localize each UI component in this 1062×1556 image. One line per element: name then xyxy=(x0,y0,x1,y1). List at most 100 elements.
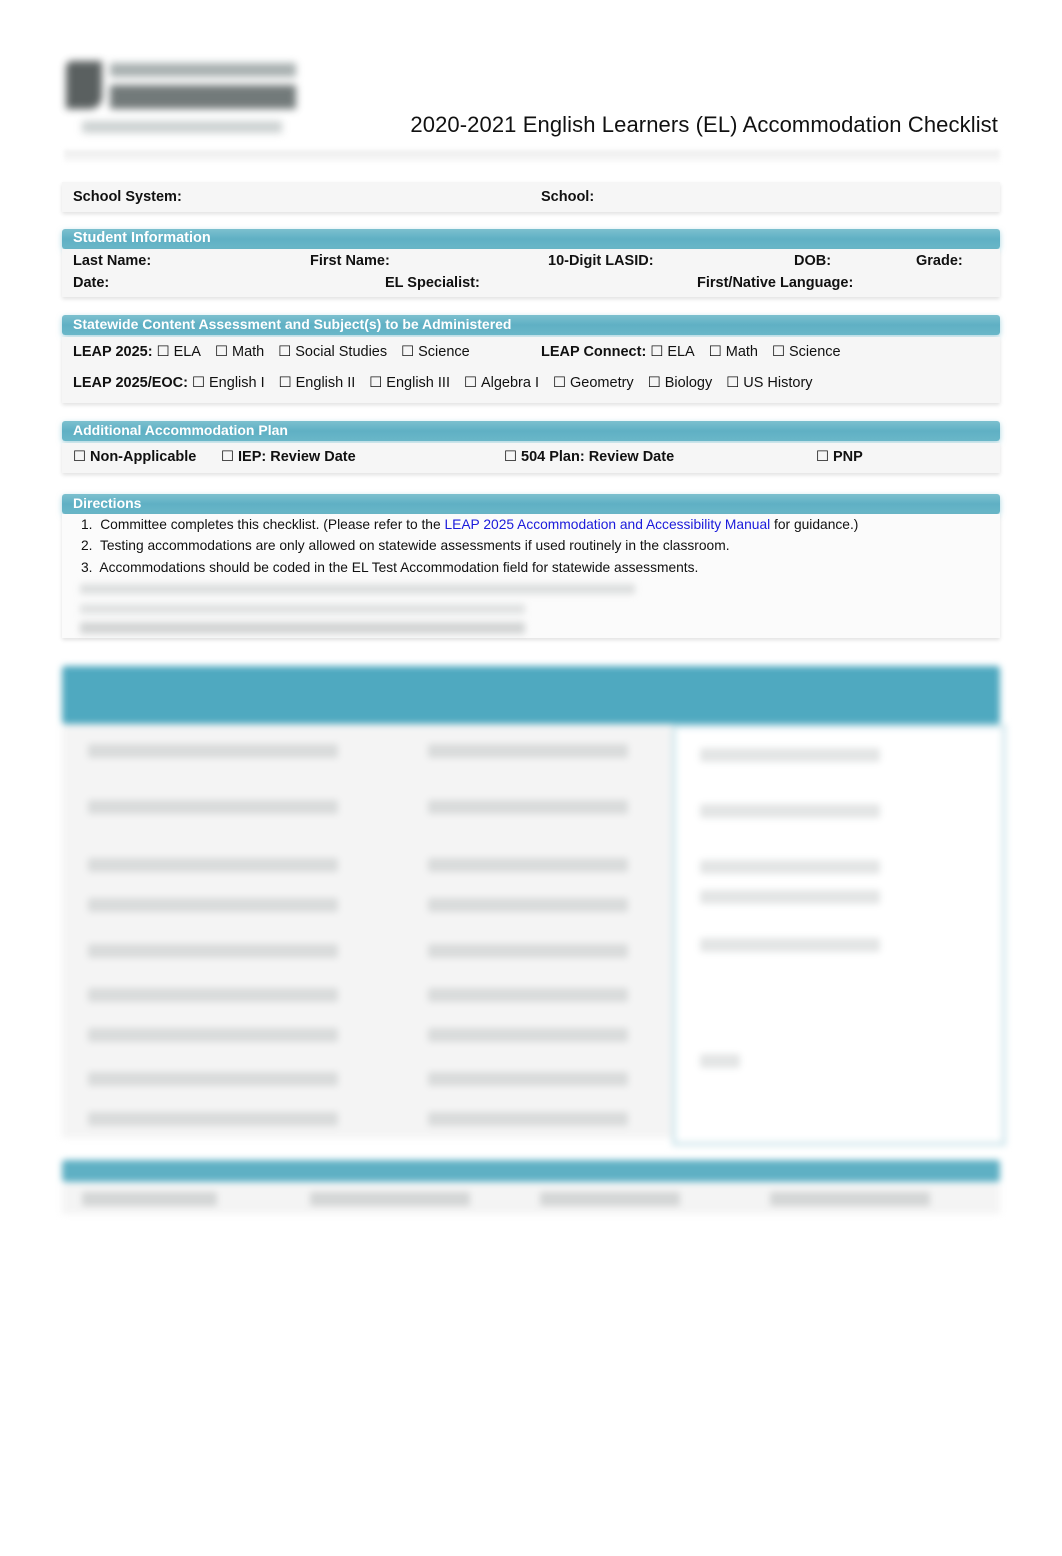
dob-field[interactable]: DOB: xyxy=(794,253,831,269)
subject-option-science[interactable]: ☐ Science xyxy=(401,344,470,360)
obscured-table-cell xyxy=(88,988,338,1002)
school-system-field[interactable]: School System: xyxy=(73,189,182,205)
plan-section: ☐ Non-Applicable ☐ IEP: Review Date ☐ 504 P… xyxy=(62,443,1000,473)
option-label: Algebra I xyxy=(480,375,540,391)
obscured-table-cell xyxy=(428,1028,628,1042)
subject-option-biology[interactable]: ☐ Biology xyxy=(648,375,713,391)
table-header-band xyxy=(62,666,1000,724)
manual-link[interactable]: LEAP 2025 Accommodation and Accessibilit… xyxy=(444,517,770,532)
leap-eoc-label: LEAP 2025/EOC: xyxy=(73,375,188,391)
leap2025-row: LEAP 2025: ☐ ELA ☐ Math ☐ Social Studies ☐ Scie… xyxy=(73,344,484,360)
obscured-table-cell xyxy=(88,898,338,912)
subject-option-geometry[interactable]: ☐ Geometry xyxy=(553,375,634,391)
subject-option-math[interactable]: ☐ Math xyxy=(215,344,264,360)
subject-option-math[interactable]: ☐ Math xyxy=(709,344,758,360)
checkbox-icon[interactable]: ☐ xyxy=(221,449,234,465)
checkbox-icon[interactable]: ☐ xyxy=(650,344,663,360)
checkbox-icon[interactable]: ☐ xyxy=(709,344,722,360)
checkbox-icon[interactable]: ☐ xyxy=(401,344,414,360)
first-name-field[interactable]: First Name: xyxy=(310,253,390,269)
obscured-table-cell xyxy=(88,744,338,758)
subject-option-us-history[interactable]: ☐ US History xyxy=(726,375,812,391)
table-right-column xyxy=(672,724,1006,1146)
obscured-table-cell xyxy=(700,748,880,762)
el-specialist-field[interactable]: EL Specialist: xyxy=(385,275,480,291)
checkbox-icon[interactable]: ☐ xyxy=(648,375,661,391)
checkbox-icon[interactable]: ☐ xyxy=(504,449,517,465)
date-field[interactable]: Date: xyxy=(73,275,109,291)
subject-option-social-studies[interactable]: ☐ Social Studies xyxy=(278,344,387,360)
school-row: School System: School: xyxy=(62,182,1000,212)
checkbox-icon[interactable]: ☐ xyxy=(816,449,829,465)
obscured-table-cell xyxy=(700,1054,740,1068)
native-language-field[interactable]: First/Native Language: xyxy=(697,275,853,291)
department-logo xyxy=(62,55,302,150)
assessment-section: LEAP 2025: ☐ ELA ☐ Math ☐ Social Studies ☐ Scie… xyxy=(62,337,1000,403)
direction-item: 3. Accommodations should be coded in the… xyxy=(81,560,699,575)
checkbox-icon[interactable]: ☐ xyxy=(726,375,739,391)
option-label: English III xyxy=(386,375,450,391)
checkbox-icon[interactable]: ☐ xyxy=(279,375,292,391)
direction-item: 1. Committee completes this checklist. (… xyxy=(81,517,859,532)
title-divider xyxy=(64,150,1000,162)
leap-connect-label: LEAP Connect: xyxy=(541,344,647,360)
option-label: US History xyxy=(743,375,813,391)
obscured-table-cell xyxy=(428,744,628,758)
directions-section: 1. Committee completes this checklist. (… xyxy=(62,514,1000,638)
obscured-table-cell xyxy=(428,800,628,814)
option-label: Science xyxy=(418,344,470,360)
assessment-header: Statewide Content Assessment and Subject… xyxy=(62,315,1000,335)
subject-option-algebra-i[interactable]: ☐ Algebra I xyxy=(464,375,539,391)
checkbox-icon[interactable]: ☐ xyxy=(278,344,291,360)
bottom-band xyxy=(62,1160,1000,1182)
obscured-table-cell xyxy=(700,890,880,904)
obscured-table-cell xyxy=(700,804,880,818)
school-field[interactable]: School: xyxy=(541,189,594,205)
obscured-table-cell xyxy=(428,858,628,872)
plan-option-pnp[interactable]: ☐ PNP xyxy=(816,449,863,465)
option-label: English II xyxy=(295,375,356,391)
obscured-table-cell xyxy=(88,1112,338,1126)
obscured-table-cell xyxy=(88,944,338,958)
plan-option-non-applicable[interactable]: ☐ Non-Applicable xyxy=(73,449,196,465)
option-label: Geometry xyxy=(570,375,634,391)
obscured-table-cell xyxy=(700,860,880,874)
plan-header: Additional Accommodation Plan xyxy=(62,421,1000,441)
directions-header: Directions xyxy=(62,494,1000,514)
option-label: ELA xyxy=(173,344,201,360)
checkbox-icon[interactable]: ☐ xyxy=(464,375,477,391)
obscured-table-cell xyxy=(88,1072,338,1086)
obscured-table-cell xyxy=(88,858,338,872)
plan-option-504[interactable]: ☐ 504 Plan: Review Date xyxy=(504,449,674,465)
option-label: Math xyxy=(231,344,265,360)
obscured-table-cell xyxy=(700,938,880,952)
page-title: 2020-2021 English Learners (EL) Accommod… xyxy=(410,112,998,137)
option-label: Math xyxy=(725,344,758,360)
checkbox-icon[interactable]: ☐ xyxy=(157,344,170,360)
subject-option-english-iii[interactable]: ☐ English III xyxy=(369,375,450,391)
checkbox-icon[interactable]: ☐ xyxy=(553,375,566,391)
checkbox-icon[interactable]: ☐ xyxy=(215,344,228,360)
subject-option-english-i[interactable]: ☐ English I xyxy=(192,375,265,391)
option-label: Biology xyxy=(664,375,713,391)
lasid-field[interactable]: 10-Digit LASID: xyxy=(548,253,654,269)
subject-option-ela[interactable]: ☐ ELA xyxy=(650,344,694,360)
obscured-table-cell xyxy=(88,800,338,814)
leap-eoc-row: LEAP 2025/EOC: ☐ English I ☐ English II ☐ Eng… xyxy=(73,375,827,391)
leap-connect-row: LEAP Connect: ☐ ELA ☐ Math ☐ Science xyxy=(541,344,855,360)
checkbox-icon[interactable]: ☐ xyxy=(73,449,86,465)
student-info-header: Student Information xyxy=(62,229,1000,249)
obscured-table-cell xyxy=(428,988,628,1002)
obscured-table-cell xyxy=(428,1112,628,1126)
grade-field[interactable]: Grade: xyxy=(916,253,963,269)
subject-option-science[interactable]: ☐ Science xyxy=(772,344,841,360)
last-name-field[interactable]: Last Name: xyxy=(73,253,151,269)
plan-option-iep[interactable]: ☐ IEP: Review Date xyxy=(221,449,356,465)
student-info-section: Last Name: First Name: 10-Digit LASID: D… xyxy=(62,249,1000,297)
subject-option-ela[interactable]: ☐ ELA xyxy=(157,344,201,360)
checkbox-icon[interactable]: ☐ xyxy=(369,375,382,391)
subject-option-english-ii[interactable]: ☐ English II xyxy=(279,375,356,391)
checkbox-icon[interactable]: ☐ xyxy=(772,344,785,360)
option-label: Social Studies xyxy=(295,344,388,360)
checkbox-icon[interactable]: ☐ xyxy=(192,375,205,391)
